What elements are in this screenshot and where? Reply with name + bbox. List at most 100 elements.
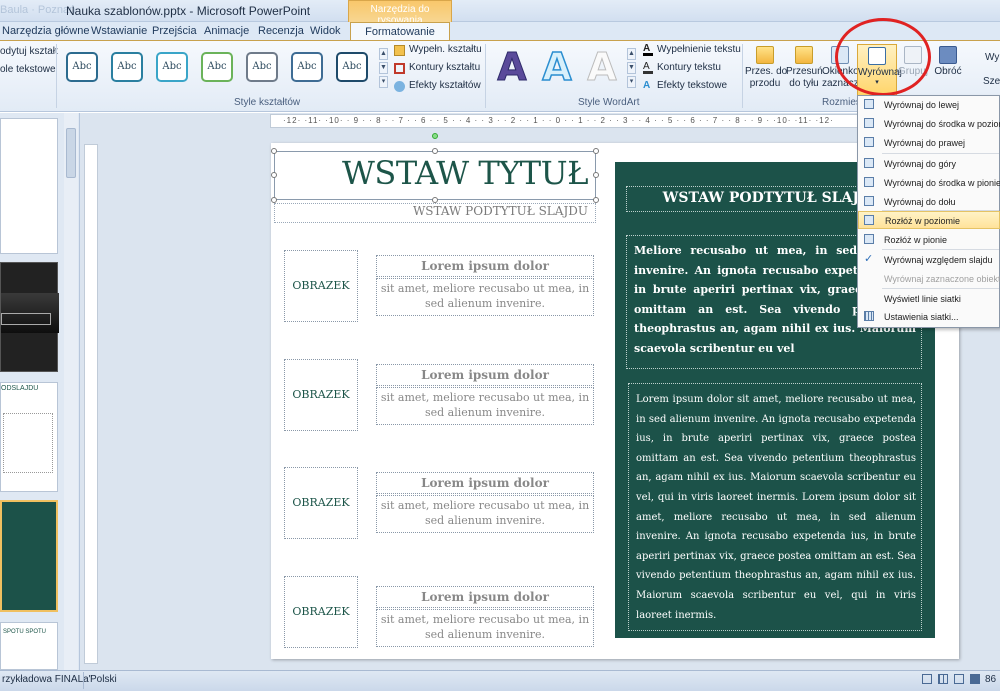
row-text: sit amet, meliore recusabo ut mea, in se…: [380, 613, 590, 641]
row-text: sit amet, meliore recusabo ut mea, in se…: [380, 282, 590, 310]
thumbnail-heading: SPOTU SPOTU: [3, 629, 47, 635]
tab-animations[interactable]: Animacje: [204, 22, 249, 40]
text-outline-icon: A: [643, 62, 653, 74]
shape-styles-group-label: Style kształtów: [234, 97, 301, 108]
row-heading: Lorem ipsum dolor: [421, 476, 549, 490]
scrollbar-thumb[interactable]: [66, 128, 76, 178]
menu-align-middle[interactable]: Wyrównaj do środka w pionie: [858, 174, 1000, 192]
thumbnail-content: [3, 413, 53, 473]
separator: [56, 44, 57, 108]
tab-view[interactable]: Widok: [310, 22, 341, 40]
normal-view-icon[interactable]: [922, 674, 932, 684]
red-circle-annotation: [835, 18, 931, 96]
row-heading: Lorem ipsum dolor: [421, 590, 549, 604]
wordart-gallery-down-icon[interactable]: ▼: [627, 62, 636, 74]
menu-distribute-horizontally[interactable]: Rozłóż w poziomie: [858, 211, 1000, 229]
wordart-gallery-up-icon[interactable]: ▲: [627, 48, 636, 60]
menu-separator: [882, 288, 999, 289]
edit-shape-button[interactable]: odytuj kształt: [0, 46, 58, 57]
text-fill-button[interactable]: Wypełnienie tekstu: [657, 44, 741, 55]
wordart-style-2[interactable]: A: [537, 45, 577, 89]
send-backward-label: Przesuń do tyłu: [786, 66, 823, 89]
send-backward-button[interactable]: Przesuń do tyłu: [786, 44, 823, 96]
tab-insert[interactable]: Wstawianie: [91, 22, 147, 40]
thumbnails-scrollbar[interactable]: [64, 113, 78, 670]
menu-align-to-slide[interactable]: Wyrównaj względem slajdu: [858, 251, 1000, 269]
ghost-title: Baula · Poznań: [0, 4, 76, 16]
text-effects-button[interactable]: Efekty tekstowe: [657, 80, 727, 91]
row-heading: Lorem ipsum dolor: [421, 368, 549, 382]
shape-style-3[interactable]: Abc: [156, 52, 188, 82]
wordart-gallery-more-icon[interactable]: ▾: [627, 76, 636, 88]
row-text: sit amet, meliore recusabo ut mea, in se…: [380, 391, 590, 419]
menu-grid-settings[interactable]: Ustawienia siatki...: [858, 308, 1000, 326]
wy-button[interactable]: Wy: [985, 52, 999, 63]
slide-title[interactable]: WSTAW TYTUŁ: [274, 154, 594, 192]
tab-format[interactable]: Formatowanie: [350, 22, 450, 41]
gallery-up-icon[interactable]: ▲: [379, 48, 388, 60]
menu-show-gridlines[interactable]: Wyświetl linie siatki: [858, 290, 1000, 308]
reading-view-icon[interactable]: [954, 674, 964, 684]
slide-thumbnail-2[interactable]: [0, 262, 59, 372]
wordart-group-label: Style WordArt: [578, 97, 640, 108]
bring-forward-label: Przes. do przodu: [745, 66, 788, 89]
shape-style-2[interactable]: Abc: [111, 52, 143, 82]
slide-thumbnail-4[interactable]: [0, 500, 58, 612]
pen-outline-icon: [394, 63, 405, 74]
slide-thumbnail-3[interactable]: ODSLAJDU: [0, 382, 58, 492]
status-language[interactable]: Polski: [90, 674, 117, 685]
status-theme[interactable]: rzykładowa FINALa": [2, 674, 92, 685]
menu-align-left[interactable]: Wyrównaj do lewej: [858, 96, 1000, 114]
shape-style-1[interactable]: Abc: [66, 52, 98, 82]
bring-forward-icon: [756, 46, 774, 64]
shape-effects-button[interactable]: Efekty kształtów: [409, 80, 481, 91]
slide-thumbnail-5[interactable]: SPOTU SPOTU: [0, 622, 58, 670]
send-backward-icon: [795, 46, 813, 64]
separator: [742, 44, 743, 108]
shape-style-5[interactable]: Abc: [246, 52, 278, 82]
slide-sorter-icon[interactable]: [938, 674, 948, 684]
image-placeholder-label: OBRAZEK: [292, 496, 350, 509]
menu-distribute-vertically[interactable]: Rozłóż w pionie: [858, 231, 1000, 249]
wordart-style-3[interactable]: A: [582, 46, 622, 89]
shape-fill-button[interactable]: Wypełn. kształtu: [409, 44, 482, 55]
text-outline-button[interactable]: Kontury tekstu: [657, 62, 721, 73]
status-separator: [83, 672, 84, 689]
shape-style-4[interactable]: Abc: [201, 52, 233, 82]
image-placeholder-label: OBRAZEK: [292, 605, 350, 618]
rotate-handle[interactable]: [432, 133, 438, 139]
size-button[interactable]: Sze: [983, 76, 1000, 87]
row-heading: Lorem ipsum dolor: [421, 259, 549, 273]
gallery-more-icon[interactable]: ▾: [379, 76, 388, 88]
menu-align-center[interactable]: Wyrównaj do środka w poziomie: [858, 115, 1000, 133]
tab-home[interactable]: Narzędzia główne: [2, 22, 89, 40]
rotate-button[interactable]: Obróć: [930, 44, 966, 96]
paint-bucket-icon: [394, 45, 405, 56]
tab-transitions[interactable]: Przejścia: [152, 22, 197, 40]
vertical-ruler: [84, 144, 98, 664]
shape-style-6[interactable]: Abc: [291, 52, 323, 82]
menu-separator: [882, 249, 999, 250]
tab-review[interactable]: Recenzja: [258, 22, 304, 40]
separator: [485, 44, 486, 108]
menu-align-right[interactable]: Wyrównaj do prawej: [858, 134, 1000, 152]
gallery-down-icon[interactable]: ▼: [379, 62, 388, 74]
slide-subtitle[interactable]: WSTAW PODTYTUŁ SLAJDU: [274, 204, 594, 218]
menu-align-bottom[interactable]: Wyrównaj do dołu: [858, 193, 1000, 211]
slide-thumbnail-1[interactable]: [0, 118, 58, 254]
shape-style-7[interactable]: Abc: [336, 52, 368, 82]
menu-align-top[interactable]: Wyrównaj do góry: [858, 155, 1000, 173]
text-effects-icon: A: [643, 80, 651, 91]
thumbnail-heading: ODSLAJDU: [1, 385, 39, 392]
shape-outline-button[interactable]: Kontury kształtu: [409, 62, 480, 73]
text-fill-icon: A: [643, 44, 653, 56]
bring-forward-button[interactable]: Przes. do przodu: [745, 44, 788, 96]
image-placeholder-label: OBRAZEK: [292, 388, 350, 401]
status-zoom[interactable]: 86: [985, 674, 996, 685]
menu-align-selected-objects: Wyrównaj zaznaczone obiekty: [884, 274, 1000, 284]
slideshow-icon[interactable]: [970, 674, 980, 684]
arrange-group-label: Rozmieś: [822, 97, 861, 108]
status-bar: [0, 670, 1000, 691]
text-box-button[interactable]: ole tekstowe: [0, 64, 56, 75]
wordart-style-1[interactable]: A: [492, 46, 532, 89]
